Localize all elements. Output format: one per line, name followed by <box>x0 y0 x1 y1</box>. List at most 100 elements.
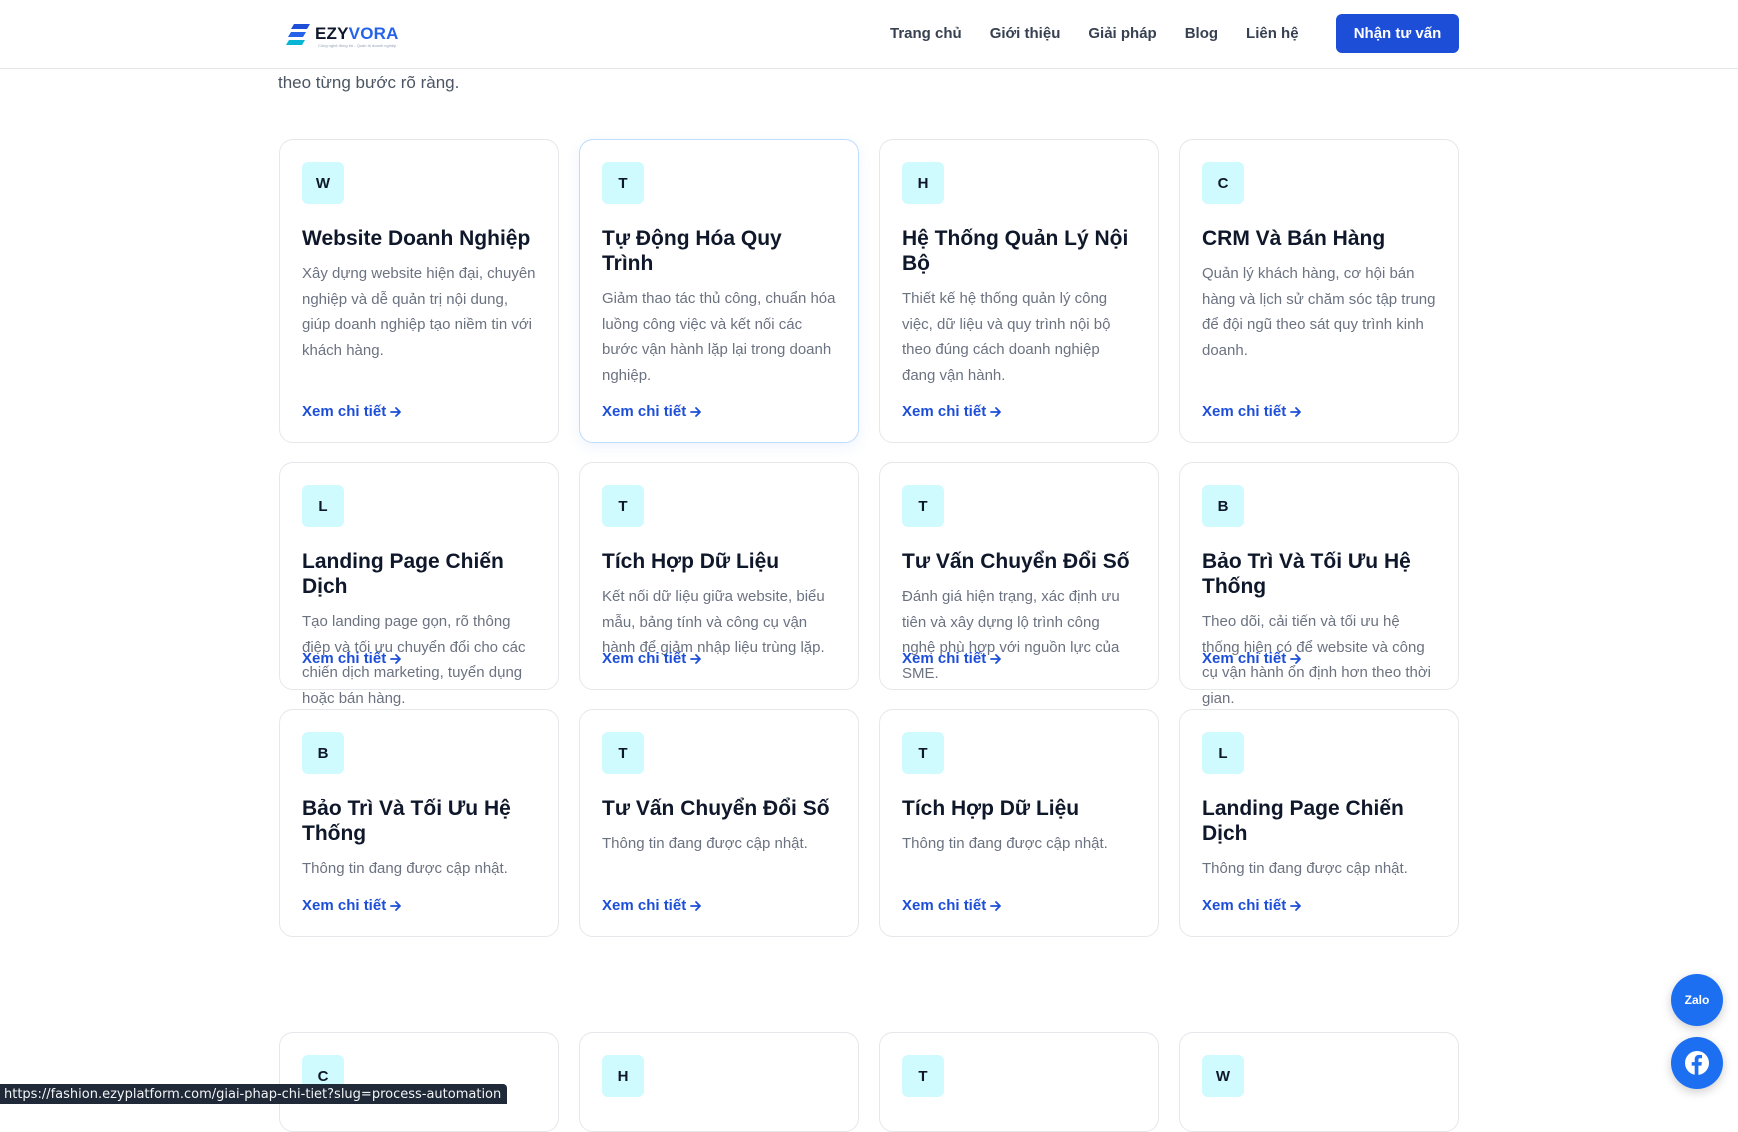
view-details-link[interactable]: Xem chi tiết <box>1202 403 1302 420</box>
card-letter-badge: L <box>302 485 344 527</box>
arrow-right-icon <box>990 900 1002 911</box>
card-letter-badge: B <box>1202 485 1244 527</box>
solution-card-crm-va-ban-hang[interactable]: C CRM Và Bán Hàng Quản lý khách hàng, cơ h… <box>1179 139 1459 443</box>
site-header: EZYVORA Công nghệ đồng bộ - Quản trị doa… <box>0 0 1738 69</box>
arrow-right-icon <box>690 900 702 911</box>
arrow-right-icon <box>390 653 402 664</box>
solution-card-bao-tri-va-toi-uu-he-thong[interactable]: B Bảo Trì Và Tối Ưu Hệ Thống Thông tin đan… <box>279 709 559 937</box>
view-details-label: Xem chi tiết <box>302 403 387 420</box>
view-details-link[interactable]: Xem chi tiết <box>1202 897 1302 914</box>
view-details-link[interactable]: Xem chi tiết <box>602 897 702 914</box>
card-letter-badge: B <box>302 732 344 774</box>
view-details-link[interactable]: Xem chi tiết <box>302 403 402 420</box>
logo-mark-icon <box>286 24 310 45</box>
solutions-grid-next-row: CHTW <box>279 1032 1459 1132</box>
view-details-link[interactable]: Xem chi tiết <box>302 897 402 914</box>
view-details-label: Xem chi tiết <box>602 403 687 420</box>
card-letter-badge: H <box>602 1055 644 1097</box>
arrow-right-icon <box>390 406 402 417</box>
view-details-link[interactable]: Xem chi tiết <box>902 650 1002 667</box>
zalo-chat-button[interactable]: Zalo <box>1671 974 1723 1026</box>
view-details-link[interactable]: Xem chi tiết <box>902 897 1002 914</box>
solution-card-bao-tri-va-toi-uu-he-thong[interactable]: B Bảo Trì Và Tối Ưu Hệ Thống Theo dõi, cải… <box>1179 462 1459 707</box>
intro-text: theo từng bước rõ ràng. <box>278 73 460 92</box>
nav-blog[interactable]: Blog <box>1185 25 1218 42</box>
card-title: CRM Và Bán Hàng <box>1202 227 1386 250</box>
card-description: Giảm thao tác thủ công, chuẩn hóa luồng … <box>602 290 836 384</box>
status-bar-url: https://fashion.ezyplatform.com/giai-pha… <box>0 1084 508 1104</box>
card-letter-badge: W <box>302 162 344 204</box>
card-description: Thông tin đang được cập nhật. <box>1202 860 1408 877</box>
card-title: Tích Hợp Dữ Liệu <box>902 797 1080 820</box>
solution-card-tich-hop-du-lieu[interactable]: T Tích Hợp Dữ Liệu Thông tin đang được cập… <box>879 709 1159 937</box>
view-details-link[interactable]: Xem chi tiết <box>902 403 1002 420</box>
solution-card-tu-dong-hoa-quy-trinh[interactable]: T Tự Động Hóa Quy Trình Giảm thao tác thủ … <box>579 139 859 443</box>
solution-card-partial[interactable]: T <box>879 1032 1159 1132</box>
card-description: Quản lý khách hàng, cơ hội bán hàng và l… <box>1202 265 1436 359</box>
view-details-link[interactable]: Xem chi tiết <box>302 650 402 667</box>
solution-card-landing-page-chien-dich[interactable]: L Landing Page Chiến Dịch Thông tin đang đ… <box>1179 709 1459 937</box>
card-title: Landing Page Chiến Dịch <box>1202 797 1404 845</box>
solution-card-partial[interactable]: C <box>279 1032 559 1132</box>
card-title: Tư Vấn Chuyển Đổi Số <box>902 550 1130 573</box>
view-details-link[interactable]: Xem chi tiết <box>1202 650 1302 667</box>
solution-card-landing-page-chien-dich[interactable]: L Landing Page Chiến Dịch Tạo landing page… <box>279 462 559 707</box>
card-letter-badge: T <box>602 732 644 774</box>
card-letter-badge: C <box>1202 162 1244 204</box>
zalo-label: Zalo <box>1684 993 1710 1007</box>
card-title: Website Doanh Nghiệp <box>302 227 531 250</box>
arrow-right-icon <box>1290 406 1302 417</box>
nav-about[interactable]: Giới thiệu <box>990 25 1061 42</box>
arrow-right-icon <box>690 653 702 664</box>
solution-card-tich-hop-du-lieu[interactable]: T Tích Hợp Dữ Liệu Kết nối dữ liệu giữa we… <box>579 462 859 690</box>
arrow-right-icon <box>390 900 402 911</box>
nav-contact[interactable]: Liên hệ <box>1246 25 1299 42</box>
solution-card-he-thong-quan-ly-noi-bo[interactable]: H Hệ Thống Quản Lý Nội Bộ Thiết kế hệ thốn… <box>879 139 1159 443</box>
view-details-link[interactable]: Xem chi tiết <box>602 650 702 667</box>
facebook-button[interactable] <box>1671 1037 1723 1089</box>
view-details-label: Xem chi tiết <box>1202 403 1287 420</box>
view-details-label: Xem chi tiết <box>602 650 687 667</box>
arrow-right-icon <box>990 653 1002 664</box>
card-title: Landing Page Chiến Dịch <box>302 550 504 598</box>
card-letter-badge: W <box>1202 1055 1244 1097</box>
arrow-right-icon <box>690 406 702 417</box>
view-details-link[interactable]: Xem chi tiết <box>602 403 702 420</box>
solutions-grid: W Website Doanh Nghiệp Xây dựng website hi… <box>279 139 1459 937</box>
solution-card-partial[interactable]: H <box>579 1032 859 1132</box>
logo-tagline: Công nghệ đồng bộ - Quản trị doanh nghiệ… <box>318 43 397 48</box>
arrow-right-icon <box>990 406 1002 417</box>
view-details-label: Xem chi tiết <box>302 650 387 667</box>
logo-part2: VORA <box>348 24 399 43</box>
solution-card-website-doanh-nghiep[interactable]: W Website Doanh Nghiệp Xây dựng website hi… <box>279 139 559 443</box>
consult-button[interactable]: Nhận tư vấn <box>1336 14 1459 53</box>
view-details-label: Xem chi tiết <box>302 897 387 914</box>
facebook-icon <box>1685 1051 1709 1075</box>
card-title: Hệ Thống Quản Lý Nội Bộ <box>902 227 1129 275</box>
logo-part1: EZY <box>315 24 349 43</box>
card-letter-badge: L <box>1202 732 1244 774</box>
card-title: Tích Hợp Dữ Liệu <box>602 550 780 573</box>
card-title: Tự Động Hóa Quy Trình <box>602 227 782 275</box>
card-description: Thông tin đang được cập nhật. <box>602 835 808 852</box>
solution-card-tu-van-chuyen-doi-so[interactable]: T Tư Vấn Chuyển Đổi Số Thông tin đang được… <box>579 709 859 937</box>
arrow-right-icon <box>1290 653 1302 664</box>
solution-card-partial[interactable]: W <box>1179 1032 1459 1132</box>
view-details-label: Xem chi tiết <box>902 897 987 914</box>
card-letter-badge: T <box>902 732 944 774</box>
nav-home[interactable]: Trang chủ <box>890 25 962 42</box>
card-title: Tư Vấn Chuyển Đổi Số <box>602 797 830 820</box>
card-description: Thông tin đang được cập nhật. <box>902 835 1108 852</box>
view-details-label: Xem chi tiết <box>1202 897 1287 914</box>
card-letter-badge: T <box>902 1055 944 1097</box>
card-title: Bảo Trì Và Tối Ưu Hệ Thống <box>1202 550 1411 598</box>
card-letter-badge: H <box>902 162 944 204</box>
card-letter-badge: T <box>602 162 644 204</box>
view-details-label: Xem chi tiết <box>902 650 987 667</box>
nav-solutions[interactable]: Giải pháp <box>1088 25 1156 42</box>
logo[interactable]: EZYVORA Công nghệ đồng bộ - Quản trị doa… <box>286 22 399 48</box>
solution-card-tu-van-chuyen-doi-so[interactable]: T Tư Vấn Chuyển Đổi Số Đánh giá hiện trạng… <box>879 462 1159 690</box>
view-details-label: Xem chi tiết <box>902 403 987 420</box>
main-nav: Trang chủ Giới thiệu Giải pháp Blog Liên… <box>890 25 1299 42</box>
card-letter-badge: T <box>902 485 944 527</box>
